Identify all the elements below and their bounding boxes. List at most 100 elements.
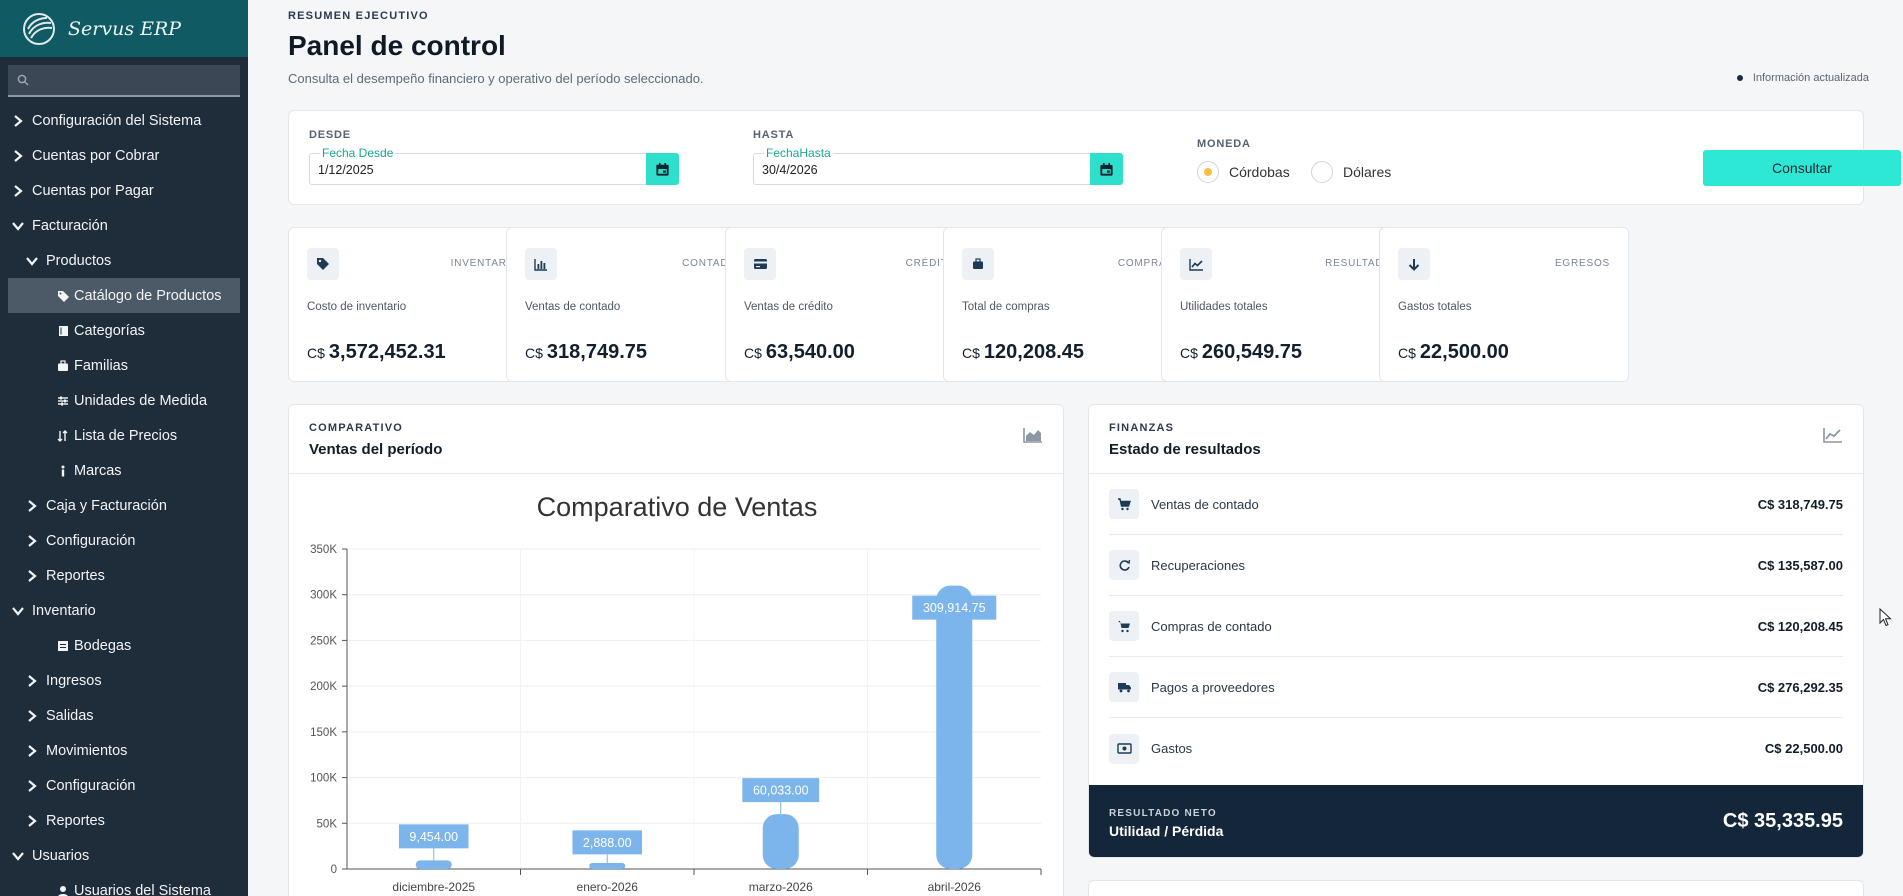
result-row-label: Gastos bbox=[1151, 741, 1193, 756]
kpi-amount: C$ 63,540.00 bbox=[744, 341, 855, 364]
date-from-field[interactable]: Fecha Desde 1/12/2025 bbox=[309, 146, 679, 185]
currency-option-cordobas[interactable]: Córdobas bbox=[1197, 161, 1290, 183]
sliders-icon bbox=[56, 395, 70, 407]
kpi-value: 318,749.75 bbox=[546, 341, 648, 363]
sidebar-item-facturacion[interactable]: Facturación bbox=[0, 208, 248, 243]
sidebar-item-ingresos[interactable]: Ingresos bbox=[0, 663, 248, 698]
sidebar-item-cuentas-por-pagar[interactable]: Cuentas por Pagar bbox=[0, 173, 248, 208]
sidebar-item-caja-y-facturacion[interactable]: Caja y Facturación bbox=[0, 488, 248, 523]
sidebar-item-unidades-de-medida[interactable]: Unidades de Medida bbox=[0, 383, 248, 418]
sidebar-item-catalogo-de-productos[interactable]: Catálogo de Productos bbox=[8, 278, 240, 313]
sidebar-item-categorias[interactable]: Categorías bbox=[0, 313, 248, 348]
sidebar-item-inventario[interactable]: Inventario bbox=[0, 593, 248, 628]
sidebar-item-usuarios-del-sistema[interactable]: Usuarios del Sistema bbox=[0, 873, 248, 896]
sidebar-item-movimientos[interactable]: Movimientos bbox=[0, 733, 248, 768]
sales-chart-panel: COMPARATIVO Ventas del período Comparati… bbox=[288, 404, 1064, 896]
kpi-label: Gastos totales bbox=[1398, 301, 1472, 313]
radio-dolares[interactable] bbox=[1311, 161, 1333, 183]
warehouse-icon bbox=[56, 640, 70, 652]
chevron-down-icon bbox=[10, 221, 26, 231]
sidebar-item-label: Productos bbox=[46, 252, 112, 269]
calendar-icon bbox=[1100, 162, 1113, 176]
sidebar-item-label: Configuración bbox=[46, 532, 136, 549]
sidebar-item-label: Catálogo de Productos bbox=[74, 287, 222, 304]
sales-bar-chart: Comparativo de Ventas 0 50K 100K 150K 200K 250… bbox=[310, 492, 1042, 894]
briefcase-icon bbox=[56, 359, 70, 372]
chevron-right-icon bbox=[24, 709, 40, 722]
chart-bar bbox=[415, 860, 452, 869]
net-result-bar: RESULTADO NETO Utilidad / Pérdida C$ 35,… bbox=[1089, 785, 1863, 857]
chevron-right-icon bbox=[24, 674, 40, 687]
kpi-card-egresos: EGRESOS Gastos totales C$ 22,500.00 bbox=[1379, 227, 1629, 382]
net-value: C$ 35,335.95 bbox=[1722, 810, 1843, 832]
sidebar-item-lista-de-precios[interactable]: Lista de Precios bbox=[0, 418, 248, 453]
sidebar-item-configuracion-del-sistema[interactable]: Configuración del Sistema bbox=[0, 103, 248, 138]
panel-title: Ventas del período bbox=[309, 441, 443, 458]
kpi-currency: C$ bbox=[962, 345, 980, 361]
sidebar-search-input[interactable] bbox=[37, 72, 240, 88]
kpi-value: 260,549.75 bbox=[1201, 341, 1303, 363]
sidebar-item-marcas[interactable]: Marcas bbox=[0, 453, 248, 488]
sidebar-search[interactable] bbox=[8, 65, 240, 97]
chart-bar bbox=[936, 585, 973, 869]
result-row-value: C$ 318,749.75 bbox=[1757, 496, 1843, 512]
sidebar-item-configuracion[interactable]: Configuración bbox=[0, 768, 248, 803]
result-row: Compras de contado C$ 120,208.45 bbox=[1109, 596, 1843, 657]
sidebar-item-salidas[interactable]: Salidas bbox=[0, 698, 248, 733]
x-tick-label: marzo-2026 bbox=[749, 880, 813, 894]
sidebar-item-label: Usuarios del Sistema bbox=[74, 882, 211, 896]
net-eyebrow: RESULTADO NETO bbox=[1109, 808, 1217, 819]
date-to-value[interactable]: 30/4/2026 bbox=[762, 163, 818, 177]
kpi-amount: C$ 120,208.45 bbox=[962, 341, 1084, 364]
refresh-icon bbox=[1109, 550, 1139, 580]
result-row: Ventas de contado C$ 318,749.75 bbox=[1109, 474, 1843, 535]
result-row-label: Pagos a proveedores bbox=[1151, 679, 1275, 695]
kpi-label: Costo de inventario bbox=[307, 301, 407, 313]
date-from-float-label: Fecha Desde bbox=[320, 146, 396, 160]
trend-up-icon bbox=[1180, 248, 1212, 280]
kpi-currency: C$ bbox=[1398, 345, 1416, 361]
sidebar-item-familias[interactable]: Familias bbox=[0, 348, 248, 383]
shopping-cart-icon bbox=[1109, 611, 1139, 641]
date-to-field[interactable]: FechaHasta 30/4/2026 bbox=[753, 146, 1123, 185]
date-to-calendar-button[interactable] bbox=[1090, 153, 1123, 185]
sidebar-item-configuracion[interactable]: Configuración bbox=[0, 523, 248, 558]
currency-option-dolares[interactable]: Dólares bbox=[1311, 161, 1391, 183]
sidebar-item-label: Unidades de Medida bbox=[74, 392, 208, 409]
y-tick-label: 0 bbox=[331, 864, 337, 876]
user-icon bbox=[56, 885, 70, 896]
kpi-label: Utilidades totales bbox=[1180, 301, 1268, 313]
net-title: Utilidad / Pérdida bbox=[1109, 823, 1224, 839]
area-chart-icon[interactable] bbox=[1023, 427, 1043, 443]
date-from-value[interactable]: 1/12/2025 bbox=[318, 163, 374, 177]
currency-option-label: Dólares bbox=[1343, 164, 1392, 180]
chevron-right-icon bbox=[10, 149, 26, 162]
brand[interactable]: Servus ERP bbox=[0, 0, 248, 57]
sidebar-item-usuarios[interactable]: Usuarios bbox=[0, 838, 248, 873]
line-chart-icon[interactable] bbox=[1823, 427, 1843, 443]
chevron-down-icon bbox=[10, 851, 26, 861]
briefcase-icon bbox=[962, 248, 994, 280]
sidebar-item-label: Movimientos bbox=[46, 742, 128, 759]
result-row: Gastos C$ 22,500.00 bbox=[1109, 718, 1843, 779]
date-from-calendar-button[interactable] bbox=[646, 153, 679, 185]
tags-icon bbox=[56, 290, 70, 302]
credit-card-icon bbox=[744, 248, 776, 280]
chevron-right-icon bbox=[24, 499, 40, 512]
sidebar-item-label: Marcas bbox=[74, 462, 122, 479]
chart-title: Comparativo de Ventas bbox=[537, 492, 818, 522]
consultar-button[interactable]: Consultar bbox=[1703, 150, 1901, 186]
mouse-cursor-icon bbox=[1879, 608, 1892, 627]
sidebar-item-label: Cuentas por Pagar bbox=[32, 182, 154, 199]
currency-option-label: Córdobas bbox=[1229, 164, 1290, 180]
result-row: Recuperaciones C$ 135,587.00 bbox=[1109, 535, 1843, 596]
sidebar-item-reportes[interactable]: Reportes bbox=[0, 558, 248, 593]
chevron-right-icon bbox=[10, 114, 26, 127]
sidebar-item-bodegas[interactable]: Bodegas bbox=[0, 628, 248, 663]
sidebar-item-cuentas-por-cobrar[interactable]: Cuentas por Cobrar bbox=[0, 138, 248, 173]
sidebar-item-productos[interactable]: Productos bbox=[0, 243, 248, 278]
sidebar-item-reportes[interactable]: Reportes bbox=[0, 803, 248, 838]
radio-cordobas[interactable] bbox=[1197, 161, 1219, 183]
kpi-amount: C$ 22,500.00 bbox=[1398, 341, 1509, 364]
kpi-card-inventario: INVENTARIO Costo de inventario C$ 3,572,4… bbox=[288, 227, 538, 382]
